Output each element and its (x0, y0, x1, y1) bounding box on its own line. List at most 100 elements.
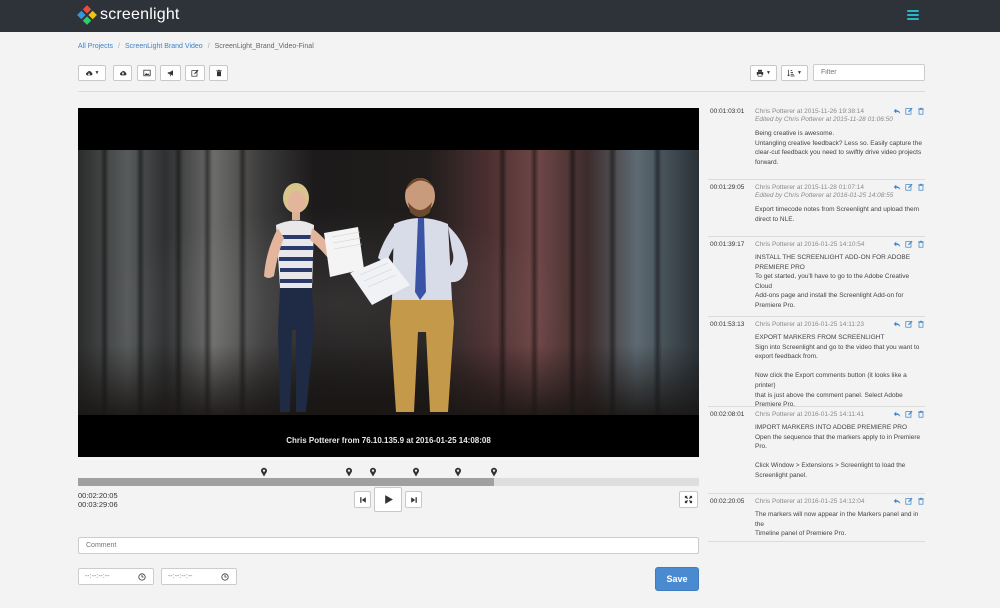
edit-icon[interactable] (905, 410, 913, 418)
out-timecode-input[interactable] (161, 568, 214, 585)
set-in-time-button[interactable] (130, 568, 154, 585)
comment-line: Open the sequence that the markers apply… (755, 433, 921, 441)
comment-item[interactable]: 00:01:29:05 Chris Potterer at 2015-11-28 … (708, 180, 925, 237)
reply-icon[interactable] (893, 240, 901, 248)
breadcrumb-project[interactable]: ScreenLight Brand Video (125, 43, 203, 50)
reply-icon[interactable] (893, 320, 901, 328)
play-button[interactable] (374, 487, 402, 512)
reply-icon[interactable] (893, 183, 901, 191)
comment-input[interactable] (78, 537, 699, 554)
comment-author: Chris Potterer at 2015-11-26 19:38:14 (755, 108, 865, 115)
comment-actions (893, 107, 925, 115)
comment-timecode[interactable]: 00:01:29:05 (710, 184, 744, 191)
marker-pin-icon[interactable] (345, 467, 353, 477)
skip-forward-icon (410, 496, 417, 503)
delete-button[interactable] (209, 65, 228, 81)
breadcrumb-separator: / (207, 43, 210, 50)
hamburger-menu-icon[interactable] (907, 9, 919, 21)
marker-pin-icon[interactable] (454, 467, 462, 477)
breadcrumb: All Projects / ScreenLight Brand Video /… (78, 43, 314, 50)
trash-icon[interactable] (917, 183, 925, 191)
play-icon (384, 495, 393, 504)
comment-item[interactable]: 00:01:03:01 Chris Potterer at 2015-11-26 … (708, 104, 925, 180)
edit-icon[interactable] (905, 240, 913, 248)
filter-input[interactable] (813, 64, 925, 81)
download-dropdown-button[interactable]: ▼ (78, 65, 106, 81)
edit-button[interactable] (185, 65, 205, 81)
image-button[interactable] (137, 65, 156, 81)
reply-icon[interactable] (893, 107, 901, 115)
announce-button[interactable] (160, 65, 181, 81)
comment-item[interactable]: 00:01:53:13 Chris Potterer at 2016-01-25 … (708, 317, 925, 410)
fullscreen-icon (684, 495, 693, 504)
comment-item[interactable]: 00:02:08:01 Chris Potterer at 2016-01-25 … (708, 407, 925, 494)
top-navbar: screenlight (0, 0, 1000, 32)
caret-down-icon: ▼ (766, 70, 771, 76)
progress-fill (78, 478, 495, 486)
comment-line (755, 362, 925, 372)
clock-icon (137, 572, 146, 581)
app-logo[interactable]: screenlight (77, 5, 180, 25)
comment-line: Being creative is awesome. (755, 130, 835, 137)
trash-icon[interactable] (917, 107, 925, 115)
video-player[interactable]: Chris Potterer from 76.10.135.9 at 2016-… (78, 108, 699, 457)
comment-timecode[interactable]: 00:02:08:01 (710, 411, 744, 418)
comment-edited-note: Edited by Chris Potterer at 2015-11-28 0… (755, 116, 893, 123)
comment-timecode[interactable]: 00:02:20:05 (710, 498, 744, 505)
trash-icon[interactable] (917, 410, 925, 418)
comment-item[interactable]: 00:01:39:17 Chris Potterer at 2016-01-25 … (708, 237, 925, 317)
marker-pin-icon[interactable] (369, 467, 377, 477)
comment-line: clear-cut feedback you need to swiftly d… (755, 149, 922, 157)
marker-pin-icon[interactable] (412, 467, 420, 477)
comment-timecode[interactable]: 00:01:53:13 (710, 321, 744, 328)
skip-forward-button[interactable] (405, 491, 422, 508)
comment-line: IMPORT MARKERS INTO ADOBE PREMIERE PRO (755, 424, 908, 431)
timecode-display: 00:02:20:05 00:03:29:06 (78, 491, 118, 509)
comment-actions (893, 320, 925, 328)
comment-timecode[interactable]: 00:01:39:17 (710, 241, 744, 248)
edit-icon[interactable] (905, 320, 913, 328)
breadcrumb-separator: / (118, 43, 120, 50)
trash-icon[interactable] (917, 240, 925, 248)
marker-pin-icon[interactable] (260, 467, 268, 477)
comment-body: Export timecode notes from Screenlight a… (755, 205, 925, 224)
comment-body: EXPORT MARKERS FROM SCREENLIGHT Sign into… (755, 333, 925, 410)
comment-body: The markers will now appear in the Marke… (755, 510, 925, 539)
comment-author: Chris Potterer at 2016-01-25 14:11:23 (755, 321, 865, 328)
save-button[interactable]: Save (655, 567, 699, 591)
video-frame (78, 150, 699, 415)
comment-line: PREMIERE PRO (755, 263, 805, 271)
sort-dropdown-button[interactable]: ▼ (781, 65, 808, 81)
comment-line: Export timecode notes from Screenlight a… (755, 206, 920, 213)
comment-line: Pro. (755, 443, 767, 451)
marker-pin-icon[interactable] (490, 467, 498, 477)
comment-item[interactable]: 00:02:20:05 Chris Potterer at 2016-01-25 … (708, 494, 925, 542)
edit-icon (191, 69, 199, 77)
set-out-time-button[interactable] (213, 568, 237, 585)
cloud-download-icon (85, 71, 92, 76)
fullscreen-button[interactable] (679, 491, 698, 508)
upload-button[interactable] (113, 65, 132, 81)
reply-icon[interactable] (893, 410, 901, 418)
woman-figure (264, 183, 334, 412)
skip-back-button[interactable] (354, 491, 371, 508)
edit-icon[interactable] (905, 107, 913, 115)
duration: 00:03:29:06 (78, 500, 118, 509)
trash-icon[interactable] (917, 497, 925, 505)
reply-icon[interactable] (893, 497, 901, 505)
caret-down-icon: ▼ (94, 70, 100, 76)
comment-line: EXPORT MARKERS FROM SCREENLIGHT (755, 334, 885, 341)
trash-icon[interactable] (917, 320, 925, 328)
comment-line: INSTALL THE SCREENLIGHT ADD-ON FOR ADOBE (755, 254, 911, 261)
image-icon (142, 69, 151, 77)
paper-sheets-right (350, 257, 410, 305)
progress-bar[interactable] (78, 478, 699, 486)
comment-timecode[interactable]: 00:01:03:01 (710, 108, 744, 115)
comment-line: Add-ons page and install the Screenlight… (755, 292, 904, 300)
edit-icon[interactable] (905, 183, 913, 191)
edit-icon[interactable] (905, 497, 913, 505)
comment-author: Chris Potterer at 2016-01-25 14:11:41 (755, 411, 865, 418)
print-dropdown-button[interactable]: ▼ (750, 65, 777, 81)
breadcrumb-all-projects[interactable]: All Projects (78, 43, 113, 50)
in-timecode-input[interactable] (78, 568, 131, 585)
